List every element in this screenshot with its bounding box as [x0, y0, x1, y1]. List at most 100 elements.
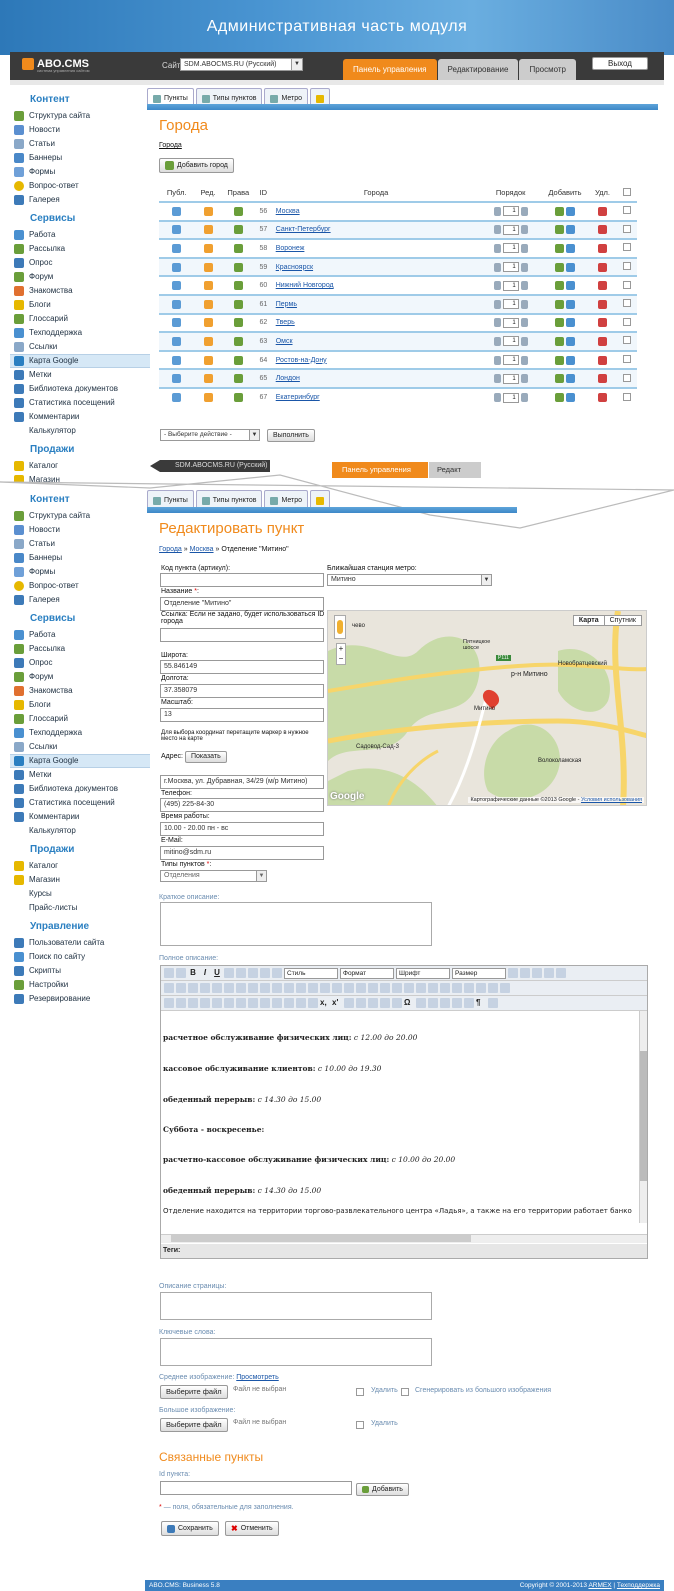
- numbered-list-icon[interactable]: [284, 983, 294, 993]
- sidebar-item-stats[interactable]: Статистика посещений: [10, 396, 150, 410]
- font-select[interactable]: Шрифт: [396, 967, 450, 979]
- edit-icon[interactable]: [203, 336, 213, 346]
- outdent-icon[interactable]: [296, 983, 306, 993]
- move-down-icon[interactable]: [520, 299, 528, 309]
- checkbox-icon[interactable]: [176, 998, 186, 1008]
- delete-big-checkbox[interactable]: [356, 1421, 364, 1429]
- sidebar-item-gallery[interactable]: Галерея: [10, 593, 150, 607]
- sidebar-item-banners[interactable]: Баннеры: [10, 151, 150, 165]
- publish-icon[interactable]: [172, 336, 182, 346]
- sidebar-item-news[interactable]: Новости: [10, 123, 150, 137]
- publish-icon[interactable]: [172, 281, 182, 291]
- edit-icon[interactable]: [203, 393, 213, 403]
- users-icon[interactable]: [233, 225, 243, 235]
- order-input[interactable]: 1: [502, 206, 519, 217]
- sidebar-item-faq[interactable]: Вопрос-ответ: [10, 579, 150, 593]
- sidebar-item-docs[interactable]: Библиотека документов: [10, 782, 150, 796]
- delete-icon[interactable]: [598, 336, 607, 346]
- anchor-icon[interactable]: [380, 983, 390, 993]
- add-child-icon[interactable]: [565, 336, 575, 346]
- html-icon[interactable]: [404, 983, 414, 993]
- order-input[interactable]: 1: [502, 336, 519, 347]
- city-link[interactable]: Ростов-на-Дону: [276, 357, 327, 364]
- sidebar-item-support[interactable]: Техподдержка: [10, 726, 150, 740]
- tab-dashboard[interactable]: Панель управления: [343, 59, 437, 80]
- col-publish[interactable]: Публ.: [159, 184, 194, 202]
- users-icon[interactable]: [233, 299, 243, 309]
- sidebar-item-links[interactable]: Ссылки: [10, 740, 150, 754]
- publish-icon[interactable]: [172, 355, 182, 365]
- imagebutton-icon[interactable]: [248, 998, 258, 1008]
- publish-icon[interactable]: [172, 262, 182, 272]
- sidebar-item-google-map[interactable]: Карта Google: [10, 754, 150, 768]
- users-icon[interactable]: [233, 393, 243, 403]
- delete-mid-checkbox[interactable]: [356, 1388, 364, 1396]
- add-child-icon[interactable]: [565, 299, 575, 309]
- paste-icon[interactable]: [188, 983, 198, 993]
- scroll-thumb[interactable]: [640, 1051, 647, 1181]
- order-input[interactable]: 1: [502, 243, 519, 254]
- paste-word-icon[interactable]: [212, 983, 222, 993]
- sidebar-item-backup[interactable]: Резервирование: [10, 992, 150, 1006]
- page-desc-textarea[interactable]: [160, 1292, 432, 1320]
- eraser-icon[interactable]: [296, 998, 306, 1008]
- delete-icon[interactable]: [598, 318, 607, 328]
- paste-icon[interactable]: [532, 968, 542, 978]
- remove-format-icon[interactable]: [464, 983, 474, 993]
- sidebar-item-forum[interactable]: Форум: [10, 670, 150, 684]
- logo[interactable]: ABO.CMS система управления сайтом: [22, 58, 89, 73]
- edit-icon[interactable]: [203, 206, 213, 216]
- tab-point-types[interactable]: Типы пунктов: [195, 88, 263, 105]
- redo-icon[interactable]: [344, 983, 354, 993]
- terms-link[interactable]: Условия использования: [581, 797, 642, 803]
- tab-points[interactable]: Пункты: [147, 88, 194, 105]
- tab-view[interactable]: Просмотр: [519, 59, 576, 80]
- sidebar-item-poll[interactable]: Опрос: [10, 656, 150, 670]
- order-input[interactable]: 1: [502, 392, 519, 403]
- link-input[interactable]: [160, 628, 324, 642]
- metro-select[interactable]: Митино ▼: [327, 574, 492, 586]
- order-input[interactable]: 1: [502, 373, 519, 384]
- table-icon[interactable]: [272, 998, 282, 1008]
- phone-input[interactable]: (495) 225-84-30: [160, 798, 324, 812]
- sidebar-item-forum[interactable]: Форум: [10, 270, 150, 284]
- users-icon[interactable]: [233, 262, 243, 272]
- ltr-icon[interactable]: [452, 998, 462, 1008]
- crumb-cities[interactable]: Города: [159, 546, 182, 553]
- publish-icon[interactable]: [172, 299, 182, 309]
- order-input[interactable]: 1: [502, 317, 519, 328]
- rtl-icon[interactable]: [464, 998, 474, 1008]
- execute-button[interactable]: Выполнить: [267, 429, 315, 442]
- new-page-icon[interactable]: [176, 968, 186, 978]
- add-child-icon[interactable]: [565, 318, 575, 328]
- tab-extra[interactable]: [310, 490, 331, 507]
- sidebar-item-stats[interactable]: Статистика посещений: [10, 796, 150, 810]
- tab-edit[interactable]: Редактирование: [437, 59, 519, 80]
- exit-button[interactable]: Выход: [592, 57, 648, 70]
- edit-icon[interactable]: [203, 299, 213, 309]
- sidebar-item-glossary[interactable]: Глоссарий: [10, 312, 150, 326]
- omega-icon[interactable]: Ω: [404, 998, 414, 1008]
- hidden-icon[interactable]: [260, 998, 270, 1008]
- paragraph-icon[interactable]: ¶: [476, 998, 486, 1008]
- row-checkbox[interactable]: [622, 373, 631, 382]
- italic-icon[interactable]: I: [200, 968, 210, 978]
- tab-metro[interactable]: Метро: [264, 88, 309, 105]
- tab-extra[interactable]: [310, 88, 331, 105]
- align-right-icon[interactable]: [260, 968, 270, 978]
- edit-icon[interactable]: [203, 355, 213, 365]
- row-checkbox[interactable]: [622, 317, 631, 326]
- sidebar-item-dating[interactable]: Знакомства: [10, 684, 150, 698]
- bg-color-icon[interactable]: [428, 983, 438, 993]
- add-city-button[interactable]: Добавить город: [159, 158, 234, 173]
- source-icon[interactable]: [164, 968, 174, 978]
- breadcrumb[interactable]: Города: [159, 142, 182, 149]
- action-select[interactable]: - Выберите действие - ▼: [160, 429, 260, 441]
- sidebar-item-links[interactable]: Ссылки: [10, 340, 150, 354]
- city-link[interactable]: Москва: [276, 208, 300, 215]
- delete-icon[interactable]: [598, 299, 607, 309]
- editor-content[interactable]: расчетное обслуживание физических лиц: с…: [161, 1011, 647, 1223]
- move-down-icon[interactable]: [520, 355, 528, 365]
- col-select-all[interactable]: [616, 184, 637, 202]
- move-down-icon[interactable]: [520, 374, 528, 384]
